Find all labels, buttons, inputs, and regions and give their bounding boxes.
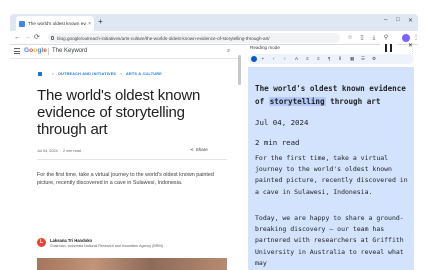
article-title: The world's oldest known evidence of sto… bbox=[37, 87, 201, 138]
google-favicon-icon bbox=[19, 20, 25, 27]
hero-image bbox=[37, 258, 227, 270]
window-close-button[interactable]: ✕ bbox=[408, 17, 413, 24]
share-button[interactable]: ⋖ Share bbox=[190, 147, 208, 153]
minimize-button[interactable]: – bbox=[384, 17, 387, 23]
reading-tool-icon[interactable]: ≡ bbox=[306, 56, 309, 61]
reader-title-highlight: storytelling bbox=[268, 97, 326, 106]
read-time: 2 min read bbox=[62, 149, 81, 153]
reading-tool-icon[interactable]: ⚙ bbox=[372, 56, 376, 61]
search-icon[interactable]: ⌕ bbox=[227, 48, 230, 55]
site-header: Google The Keyword ⌕ bbox=[10, 45, 241, 59]
author-role: Chairman, Indonesia National Research an… bbox=[50, 244, 164, 248]
breadcrumb: › OUTREACH AND INITIATIVES › ARTS & CULT… bbox=[38, 72, 162, 76]
tab-title: The world's oldest known evidence bbox=[28, 21, 86, 26]
pause-icon bbox=[385, 44, 388, 52]
download-icon[interactable]: ⤓ bbox=[370, 34, 378, 42]
reading-tool-icon[interactable]: ☰ bbox=[361, 56, 365, 61]
google-logo[interactable]: Google bbox=[24, 47, 47, 54]
reading-tool-icon[interactable]: ≡ bbox=[317, 56, 320, 61]
reading-tool-icon[interactable]: ¶ bbox=[328, 56, 330, 61]
reading-tool-icon[interactable]: • bbox=[262, 56, 264, 61]
voice-play-icon[interactable] bbox=[251, 56, 257, 62]
new-tab-button[interactable]: + bbox=[98, 17, 103, 27]
share-label: Share bbox=[195, 147, 208, 152]
lock-icon bbox=[51, 36, 54, 40]
reading-mode-header: Reading mode bbox=[250, 45, 280, 50]
breadcrumb-outreach[interactable]: OUTREACH AND INITIATIVES bbox=[58, 72, 116, 76]
reading-tool-icon[interactable]: › bbox=[284, 56, 286, 61]
author-name: Laksana Tri Handoko bbox=[50, 238, 93, 243]
reader-title: The world's oldest known evidence of sto… bbox=[255, 82, 414, 108]
breadcrumb-sep: › bbox=[120, 72, 122, 76]
reading-tool-icon[interactable]: ▦ bbox=[350, 56, 354, 61]
reading-mode-toolbar: • ‹ › A ≡ ≡ ¶ Ⅱ ▦ ☰ ⚙ bbox=[248, 54, 414, 64]
page-scrollbar[interactable] bbox=[238, 55, 241, 85]
tab-strip: The world's oldest known evidence × + – … bbox=[10, 14, 418, 31]
close-panel-icon[interactable]: ✕ bbox=[408, 42, 413, 49]
divider bbox=[37, 159, 227, 160]
breadcrumb-arts-culture[interactable]: ARTS & CULTURE bbox=[126, 72, 162, 76]
article-intro: For the first time, take a virtual journ… bbox=[37, 172, 214, 186]
chrome-menu-icon[interactable]: ⋮ bbox=[412, 34, 420, 42]
forward-button[interactable]: → bbox=[24, 33, 31, 43]
active-tab[interactable]: The world's oldest known evidence × bbox=[16, 16, 94, 31]
reading-tool-icon[interactable]: Ⅱ bbox=[339, 56, 341, 61]
breadcrumb-sep: › bbox=[52, 72, 54, 76]
reader-title-after: through art bbox=[325, 97, 381, 106]
author-avatar: L bbox=[37, 238, 46, 247]
site-section-name[interactable]: The Keyword bbox=[48, 48, 87, 55]
browser-toolbar: ← → ⟳ blog.google/outreach-initiatives/a… bbox=[10, 31, 420, 45]
article-page: Google The Keyword ⌕ › OUTREACH AND INIT… bbox=[10, 45, 241, 270]
extensions-icon[interactable]: ⚲ bbox=[382, 34, 390, 42]
back-button[interactable]: ← bbox=[14, 33, 21, 43]
reading-tool-icon[interactable]: A bbox=[295, 56, 298, 61]
logo-letter: e bbox=[43, 47, 48, 54]
home-icon[interactable] bbox=[38, 72, 42, 76]
article-date: Jul 04, 2024 bbox=[37, 149, 58, 153]
url-text: blog.google/outreach-initiatives/arts-cu… bbox=[57, 35, 270, 41]
maximize-button[interactable]: □ bbox=[396, 17, 400, 23]
address-bar[interactable]: blog.google/outreach-initiatives/arts-cu… bbox=[48, 33, 340, 43]
side-panel-icon[interactable]: ▯ bbox=[358, 34, 366, 42]
reading-mode-content: The world's oldest known evidence of sto… bbox=[248, 67, 414, 270]
pause-icon bbox=[389, 44, 392, 52]
hamburger-menu-icon[interactable] bbox=[14, 48, 20, 54]
reload-button[interactable]: ⟳ bbox=[34, 33, 40, 43]
bookmark-star-icon[interactable]: ☆ bbox=[346, 34, 354, 42]
reader-paragraph-2: Today, we are happy to share a ground-br… bbox=[255, 214, 404, 267]
reader-paragraph-1: For the first time, take a virtual journ… bbox=[255, 154, 408, 196]
article-meta: Jul 04, 2024 · 2 min read bbox=[37, 149, 81, 153]
reading-tool-icon[interactable]: ‹ bbox=[273, 56, 275, 61]
reader-read-time: 2 min read bbox=[255, 138, 300, 147]
tab-close-icon[interactable]: × bbox=[88, 21, 91, 27]
profile-avatar[interactable] bbox=[402, 34, 410, 42]
reader-date: Jul 04, 2024 bbox=[255, 118, 309, 127]
share-icon: ⋖ bbox=[190, 147, 194, 152]
